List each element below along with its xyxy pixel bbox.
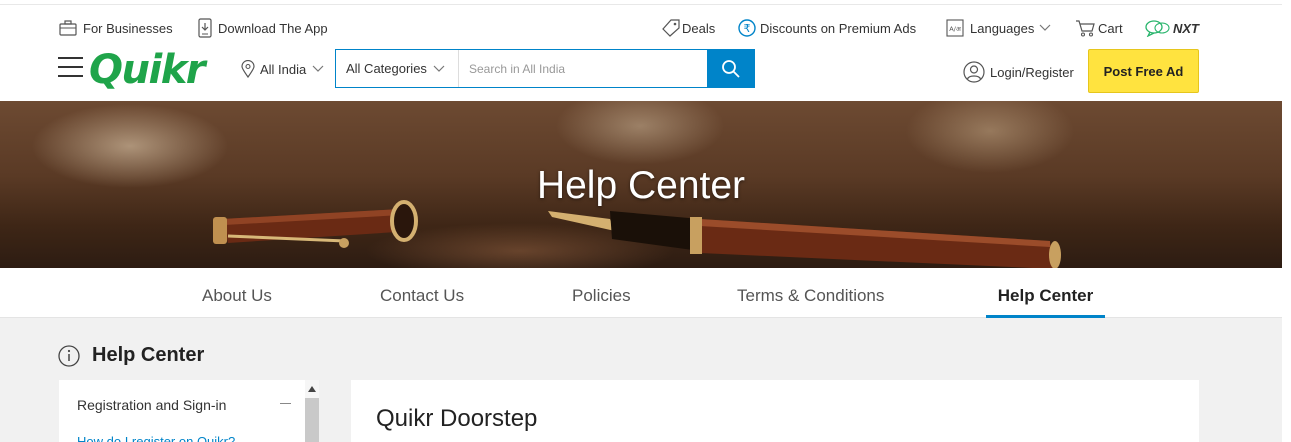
search-icon [721, 59, 740, 78]
user-icon [963, 61, 985, 83]
tab-policies[interactable]: Policies [572, 268, 631, 318]
for-businesses-label: For Businesses [83, 20, 173, 36]
category-dropdown[interactable]: All Categories [336, 50, 459, 87]
nxt-link[interactable]: NXT [1145, 17, 1199, 39]
quikr-logo[interactable]: Quikr [89, 45, 206, 95]
tab-about-us[interactable]: About Us [202, 268, 272, 318]
info-icon [58, 344, 80, 367]
hero-banner: Help Center [0, 101, 1282, 268]
briefcase-icon [59, 20, 77, 36]
cart-label: Cart [1098, 20, 1123, 36]
scroll-up-arrow-icon[interactable] [305, 380, 319, 398]
help-sidebar: Registration and Sign-in How do I regist… [59, 380, 319, 442]
chevron-down-icon [1039, 24, 1051, 31]
scroll-thumb[interactable] [305, 398, 319, 442]
chevron-down-icon [433, 65, 445, 72]
article-title: Quikr Doorstep [376, 405, 538, 432]
svg-text:A/अ: A/अ [949, 25, 962, 33]
tab-contact-us[interactable]: Contact Us [380, 268, 464, 318]
menu-icon[interactable] [58, 57, 83, 77]
login-register-link[interactable]: Login/Register [963, 61, 1074, 83]
search-input[interactable] [459, 50, 707, 87]
location-label: All India [260, 61, 307, 77]
languages-menu[interactable]: A/अ Languages [946, 17, 1051, 39]
deals-link[interactable]: Deals [662, 17, 715, 39]
collapse-icon[interactable] [280, 403, 291, 404]
rupee-icon: ₹ [738, 19, 756, 37]
cart-icon [1076, 20, 1095, 37]
tag-icon [662, 19, 680, 37]
download-app-label: Download The App [218, 20, 328, 36]
category-value: All Categories [346, 61, 427, 76]
deals-label: Deals [682, 20, 716, 36]
tab-terms-conditions[interactable]: Terms & Conditions [737, 268, 884, 318]
help-center-title: Help Center [92, 344, 205, 366]
help-content-area: Help Center Registration and Sign-in How… [0, 318, 1282, 442]
discounts-label: Discounts on Premium Ads [760, 20, 917, 36]
chat-bubbles-icon [1145, 20, 1170, 37]
tab-help-center[interactable]: Help Center [986, 268, 1105, 318]
sidebar-link-how-to-register[interactable]: How do I register on Quikr? [77, 434, 235, 442]
language-icon: A/अ [946, 19, 964, 37]
help-article-panel: Quikr Doorstep [351, 380, 1199, 442]
post-free-ad-button[interactable]: Post Free Ad [1088, 49, 1199, 93]
location-pin-icon [241, 60, 255, 78]
download-app-link[interactable]: Download The App [198, 17, 328, 39]
login-label: Login/Register [990, 64, 1074, 80]
sidebar-section-registration[interactable]: Registration and Sign-in [77, 397, 226, 413]
banner-title: Help Center [536, 164, 746, 207]
site-header: For Businesses Download The App Deals ₹ … [0, 4, 1282, 102]
discounts-link[interactable]: ₹ Discounts on Premium Ads [738, 17, 916, 39]
location-selector[interactable]: All India [241, 60, 329, 78]
svg-text:₹: ₹ [744, 22, 751, 35]
help-center-heading: Help Center [58, 344, 204, 367]
tab-bar: About Us Contact Us Policies Terms & Con… [0, 268, 1282, 318]
search-bar: All Categories [335, 49, 755, 88]
nxt-label: NXT [1173, 20, 1199, 36]
mobile-download-icon [198, 18, 212, 38]
cart-link[interactable]: Cart [1075, 17, 1123, 39]
sidebar-scrollbar[interactable] [305, 380, 319, 442]
languages-label: Languages [970, 20, 1035, 36]
for-businesses-link[interactable]: For Businesses [59, 17, 173, 39]
chevron-down-icon [312, 65, 324, 72]
search-button[interactable] [707, 50, 754, 87]
